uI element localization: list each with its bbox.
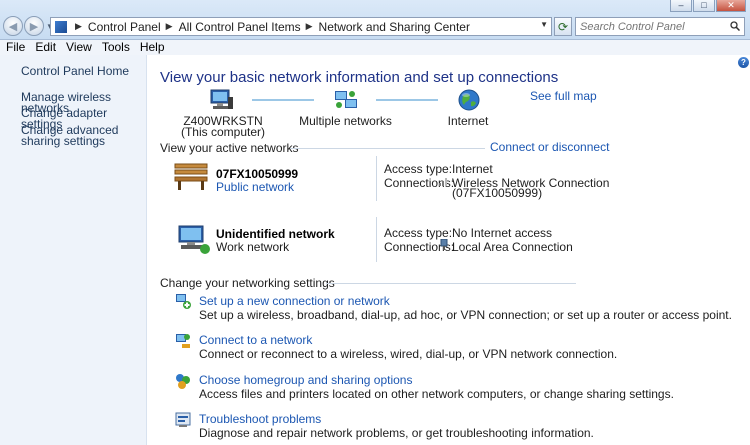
- computer-icon[interactable]: [208, 89, 234, 111]
- section-divider: [290, 148, 485, 149]
- troubleshoot-icon: [175, 412, 191, 427]
- change-advanced-sharing-link[interactable]: Change advanced sharing settings: [21, 124, 141, 147]
- menu-view[interactable]: View: [66, 40, 92, 55]
- task-connect-network-desc: Connect or reconnect to a wireless, wire…: [199, 347, 618, 361]
- forward-button[interactable]: ▶: [24, 16, 44, 36]
- network-name: 07FX10050999: [216, 167, 299, 181]
- main-content: ? View your basic network information an…: [148, 55, 750, 445]
- work-network-icon: [178, 225, 210, 254]
- breadcrumb-network-sharing[interactable]: Network and Sharing Center: [319, 20, 470, 34]
- breadcrumb-separator-icon[interactable]: ▶: [75, 21, 82, 32]
- maximize-button[interactable]: □: [693, 0, 715, 12]
- task-connect-network-link[interactable]: Connect to a network: [199, 333, 312, 347]
- title-bar: – □ ✕ ◀ ▶ ▼ ▶ Control Panel ▶ All Contro…: [0, 0, 750, 40]
- page-title: View your basic network information and …: [160, 69, 559, 86]
- active-networks-label: View your active networks: [160, 141, 299, 155]
- access-type-value: No Internet access: [452, 226, 553, 240]
- access-type-label: Access type:: [384, 162, 453, 176]
- search-box: [575, 17, 745, 36]
- menu-bar: File Edit View Tools Help: [0, 40, 750, 55]
- breadcrumb-control-panel[interactable]: Control Panel: [88, 20, 161, 34]
- map-connector-line: [252, 99, 314, 101]
- connect-network-icon: [176, 334, 190, 348]
- map-computer-sub: (This computer): [180, 125, 266, 139]
- task-setup-connection-desc: Set up a wireless, broadband, dial-up, a…: [199, 308, 732, 322]
- connect-or-disconnect-link[interactable]: Connect or disconnect: [490, 140, 609, 154]
- local-area-connection-link[interactable]: Local Area Connection: [452, 240, 573, 254]
- breadcrumb-all-items[interactable]: All Control Panel Items: [179, 20, 301, 34]
- internet-globe-icon[interactable]: [457, 88, 481, 112]
- task-troubleshoot-desc: Diagnose and repair network problems, or…: [199, 426, 594, 440]
- task-homegroup-link[interactable]: Choose homegroup and sharing options: [199, 373, 412, 387]
- network-name: Unidentified network: [216, 227, 335, 241]
- breadcrumb-separator-icon[interactable]: ▶: [166, 21, 173, 32]
- access-type-label: Access type:: [384, 226, 453, 240]
- menu-tools[interactable]: Tools: [102, 40, 130, 55]
- refresh-button[interactable]: ⟳: [554, 17, 572, 36]
- address-dropdown-icon[interactable]: ▼: [540, 20, 548, 29]
- homegroup-icon: [176, 374, 190, 389]
- sidebar: Control Panel Home Manage wireless netwo…: [0, 55, 147, 445]
- address-bar[interactable]: ▶ Control Panel ▶ All Control Panel Item…: [50, 17, 552, 36]
- ethernet-plug-icon: [440, 239, 448, 250]
- back-arrow-icon: ◀: [8, 20, 18, 33]
- minimize-button[interactable]: –: [670, 0, 692, 12]
- search-icon[interactable]: [730, 21, 740, 31]
- vertical-divider: [376, 217, 377, 262]
- help-icon[interactable]: ?: [738, 57, 749, 68]
- access-type-value: Internet: [452, 162, 493, 176]
- close-button[interactable]: ✕: [716, 0, 746, 12]
- menu-help[interactable]: Help: [140, 40, 165, 55]
- nav-buttons: ◀ ▶ ▼: [3, 16, 54, 36]
- wireless-signal-icon: [439, 178, 447, 186]
- control-panel-icon: [55, 20, 67, 33]
- forward-arrow-icon: ▶: [29, 20, 39, 33]
- new-connection-icon: [176, 294, 191, 309]
- network-type-link[interactable]: Public network: [216, 180, 294, 194]
- menu-edit[interactable]: Edit: [35, 40, 56, 55]
- breadcrumb-separator-icon[interactable]: ▶: [306, 21, 313, 32]
- refresh-icon: ⟳: [557, 19, 569, 34]
- search-input[interactable]: [580, 20, 725, 33]
- wireless-connection-ssid[interactable]: (07FX10050999): [452, 186, 542, 200]
- control-panel-home-link[interactable]: Control Panel Home: [21, 65, 141, 77]
- task-troubleshoot-link[interactable]: Troubleshoot problems: [199, 412, 321, 426]
- window-controls: – □ ✕: [670, 0, 746, 12]
- public-network-bench-icon: [174, 163, 208, 190]
- task-homegroup-desc: Access files and printers located on oth…: [199, 387, 674, 401]
- back-button[interactable]: ◀: [3, 16, 23, 36]
- vertical-divider: [376, 156, 377, 201]
- see-full-map-link[interactable]: See full map: [530, 89, 597, 103]
- multiple-networks-icon[interactable]: [333, 89, 359, 111]
- map-multiple-networks: Multiple networks: [299, 114, 392, 128]
- map-connector-line: [376, 99, 438, 101]
- section-divider: [326, 283, 576, 284]
- menu-file[interactable]: File: [6, 40, 25, 55]
- change-settings-label: Change your networking settings: [160, 276, 335, 290]
- task-setup-connection-link[interactable]: Set up a new connection or network: [199, 294, 390, 308]
- map-internet: Internet: [447, 114, 489, 128]
- network-type: Work network: [216, 240, 290, 254]
